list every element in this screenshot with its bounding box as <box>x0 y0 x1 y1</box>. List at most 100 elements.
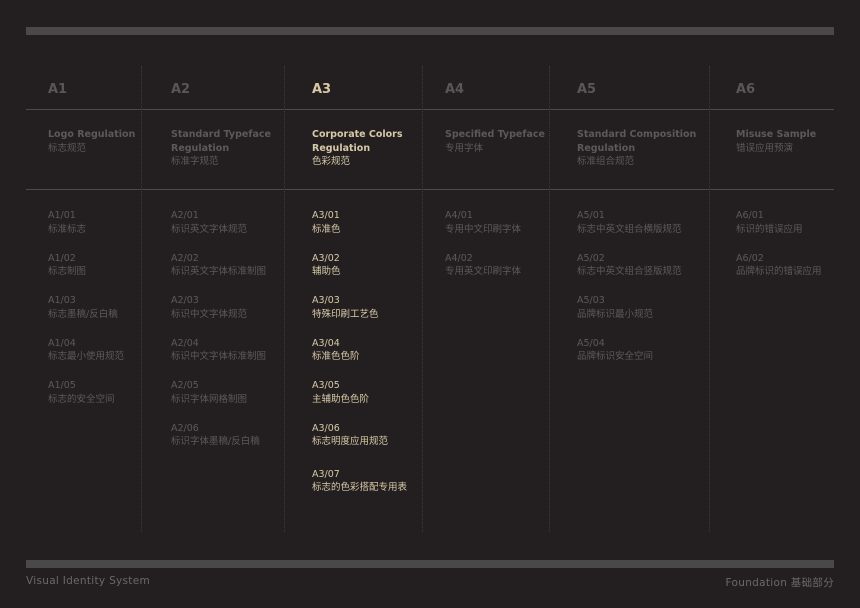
title-divider <box>26 189 834 190</box>
item-label: 标准色色阶 <box>312 351 360 362</box>
item-label: 标识字体墨稿/反白稿 <box>171 436 260 447</box>
list-item: A3/07 标志的色彩搭配专用表 <box>312 468 447 511</box>
section-code: A5 <box>577 82 597 97</box>
item-code: A5/01 <box>577 210 605 221</box>
item-code: A3/07 <box>312 468 340 480</box>
list-item: A2/02 标识英文字体标准制图 <box>171 252 306 295</box>
list-item: A1/01 标准标志 <box>48 209 183 252</box>
item-code: A4/02 <box>445 252 473 264</box>
item-label: 主辅助色色阶 <box>312 393 370 405</box>
list-item: A2/05 标识字体网格制图 <box>171 379 306 422</box>
section-item-list: A2/01 标识英文字体规范 A2/02 标识英文字体标准制图 A2/03 标识中文字体规… <box>171 209 306 464</box>
item-label: 特殊印刷工艺色 <box>312 308 379 320</box>
section-title-en: Logo Regulation <box>48 129 136 140</box>
footer-section-name: Foundation 基础部分 <box>725 577 834 589</box>
item-code: A5/04 <box>577 337 605 349</box>
item-label: 品牌标识的错误应用 <box>736 266 822 277</box>
list-item: A4/02 专用英文印刷字体 <box>445 252 580 295</box>
item-code: A2/01 <box>171 210 199 221</box>
section-title-en: Misuse Sample <box>736 129 817 140</box>
item-code: A3/05 <box>312 380 340 391</box>
section-title-en: Standard Typeface Regulation <box>171 129 271 154</box>
item-code: A1/04 <box>48 337 76 349</box>
item-label: 标志制图 <box>48 266 87 277</box>
list-item: A5/01 标志中英文组合横版规范 <box>577 209 712 252</box>
item-label: 标志中英文组合横版规范 <box>577 223 682 235</box>
item-code: A1/03 <box>48 295 76 306</box>
section-title-cn: 专用字体 <box>445 142 484 154</box>
list-item: A1/03 标志墨稿/反白稿 <box>48 294 183 337</box>
item-label: 标准色 <box>312 223 341 235</box>
item-label: 标识中文字体标准制图 <box>171 351 267 362</box>
list-item: A3/06 标志明度应用规范 <box>312 422 447 468</box>
list-item: A5/02 标志中英文组合竖版规范 <box>577 252 712 295</box>
top-bar <box>26 27 834 35</box>
list-item: A3/05 主辅助色色阶 <box>312 379 447 422</box>
list-item: A3/02 辅助色 <box>312 252 447 295</box>
list-item: A2/04 标识中文字体标准制图 <box>171 337 306 380</box>
list-item: A2/06 标识字体墨稿/反白稿 <box>171 422 306 465</box>
item-label: 标识英文字体标准制图 <box>171 266 267 277</box>
item-label: 品牌标识最小规范 <box>577 308 654 320</box>
item-label: 标识字体网格制图 <box>171 393 248 405</box>
section-title-cn: 错误应用预演 <box>736 142 794 154</box>
section-title: Standard Composition Regulation 标准组合规范 <box>577 128 709 169</box>
list-item: A3/03 特殊印刷工艺色 <box>312 294 447 337</box>
item-label: 标志最小使用规范 <box>48 351 125 362</box>
list-item: A2/01 标识英文字体规范 <box>171 209 306 252</box>
item-code: A6/01 <box>736 210 764 221</box>
list-item: A3/04 标准色色阶 <box>312 337 447 380</box>
item-code: A3/04 <box>312 337 340 349</box>
item-label: 标识英文字体规范 <box>171 223 248 235</box>
section-title-en: Corporate Colors Regulation <box>312 129 403 154</box>
item-label: 专用中文印刷字体 <box>445 223 522 235</box>
list-item: A1/05 标志的安全空间 <box>48 379 183 422</box>
list-item: A5/03 品牌标识最小规范 <box>577 294 712 337</box>
section-title: Specified Typeface 专用字体 <box>445 128 577 155</box>
list-item: A5/04 品牌标识安全空间 <box>577 337 712 380</box>
section-item-list: A3/01 标准色 A3/02 辅助色 A3/03 特殊印刷工艺色 A3/04 标准色色阶 A3… <box>312 209 447 510</box>
item-code: A1/05 <box>48 380 76 391</box>
section-code: A2 <box>171 82 191 97</box>
section-item-list: A5/01 标志中英文组合横版规范 A5/02 标志中英文组合竖版规范 A5/03 品牌标… <box>577 209 712 379</box>
section-item-list: A1/01 标准标志 A1/02 标志制图 A1/03 标志墨稿/反白稿 A1/04 标志最小… <box>48 209 183 422</box>
section-title-cn: 标志规范 <box>48 142 87 154</box>
section-title: Corporate Colors Regulation 色彩规范 <box>312 128 444 169</box>
section-code: A4 <box>445 82 465 97</box>
item-code: A5/02 <box>577 252 605 264</box>
section-item-list: A4/01 专用中文印刷字体 A4/02 专用英文印刷字体 <box>445 209 580 294</box>
section-title-en: Specified Typeface <box>445 129 545 140</box>
item-code: A4/01 <box>445 210 473 221</box>
item-code: A2/05 <box>171 380 199 391</box>
item-code: A6/02 <box>736 252 764 264</box>
section-code: A6 <box>736 82 756 97</box>
footer-system-name: Visual Identity System <box>26 575 151 587</box>
section-title: Standard Typeface Regulation 标准字规范 <box>171 128 303 169</box>
item-label: 辅助色 <box>312 266 341 277</box>
section-title-cn: 标准字规范 <box>171 156 219 167</box>
item-code: A3/02 <box>312 252 340 264</box>
section-code: A1 <box>48 82 68 97</box>
item-code: A2/04 <box>171 337 199 349</box>
list-item: A2/03 标识中文字体规范 <box>171 294 306 337</box>
item-code: A5/03 <box>577 295 605 306</box>
item-code: A3/01 <box>312 210 340 221</box>
item-label: 品牌标识安全空间 <box>577 351 654 362</box>
section-title-cn: 标准组合规范 <box>577 156 635 167</box>
list-item: A4/01 专用中文印刷字体 <box>445 209 580 252</box>
list-item: A1/04 标志最小使用规范 <box>48 337 183 380</box>
list-item: A6/01 标识的错误应用 <box>736 209 860 252</box>
bottom-bar <box>26 560 834 568</box>
item-label: 标志的安全空间 <box>48 393 115 405</box>
item-code: A3/06 <box>312 422 340 434</box>
item-label: 标志中英文组合竖版规范 <box>577 266 682 277</box>
list-item: A6/02 品牌标识的错误应用 <box>736 252 860 295</box>
section-title: Logo Regulation 标志规范 <box>48 128 180 155</box>
section-title-en: Standard Composition Regulation <box>577 129 697 154</box>
list-item: A1/02 标志制图 <box>48 252 183 295</box>
section-title: Misuse Sample 错误应用预演 <box>736 128 860 155</box>
list-item: A3/01 标准色 <box>312 209 447 252</box>
item-label: 标识中文字体规范 <box>171 308 248 320</box>
section-code: A3 <box>312 82 332 97</box>
section-item-list: A6/01 标识的错误应用 A6/02 品牌标识的错误应用 <box>736 209 860 294</box>
